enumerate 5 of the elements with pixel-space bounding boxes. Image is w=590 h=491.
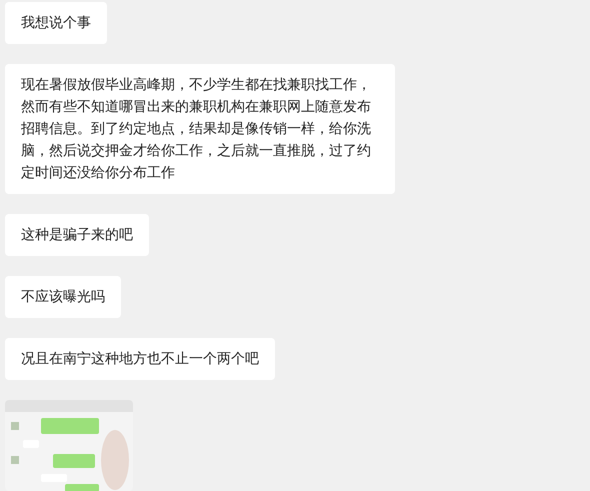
message-bubble: 况且在南宁这种地方也不止一个两个吧: [5, 338, 275, 380]
message-bubble: 我想说个事: [5, 2, 107, 44]
message-bubble: 现在暑假放假毕业高峰期，不少学生都在找兼职找工作，然而有些不知道哪冒出来的兼职机构在兼职网上随意发布招聘信息。到了约定地点，结果却是像传销一样，给你洗脑，然后说交押金才给你工作，之后就一直推脱，过了约定时间还没给你分布工作: [5, 64, 395, 194]
message-bubble: 不应该曝光吗: [5, 276, 121, 318]
message-bubble: 这种是骗子来的吧: [5, 214, 149, 256]
